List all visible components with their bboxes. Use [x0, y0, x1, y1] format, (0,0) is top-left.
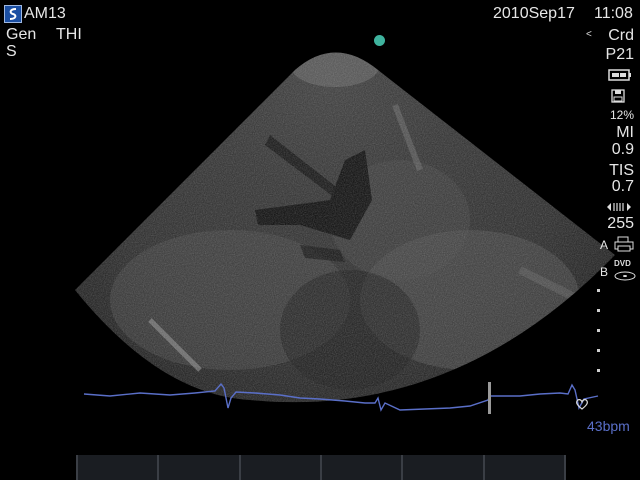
- softkey-4[interactable]: [319, 455, 402, 480]
- softkey-2[interactable]: [157, 455, 239, 480]
- softkey-1[interactable]: [76, 455, 158, 480]
- ecg-trace: [83, 382, 599, 414]
- softkey-bar: [76, 455, 566, 480]
- softkey-6[interactable]: [482, 455, 566, 480]
- heart-rate: 43bpm: [587, 418, 630, 434]
- softkey-5[interactable]: [401, 455, 483, 480]
- softkey-3[interactable]: [238, 455, 320, 480]
- heart-icon: [575, 397, 589, 416]
